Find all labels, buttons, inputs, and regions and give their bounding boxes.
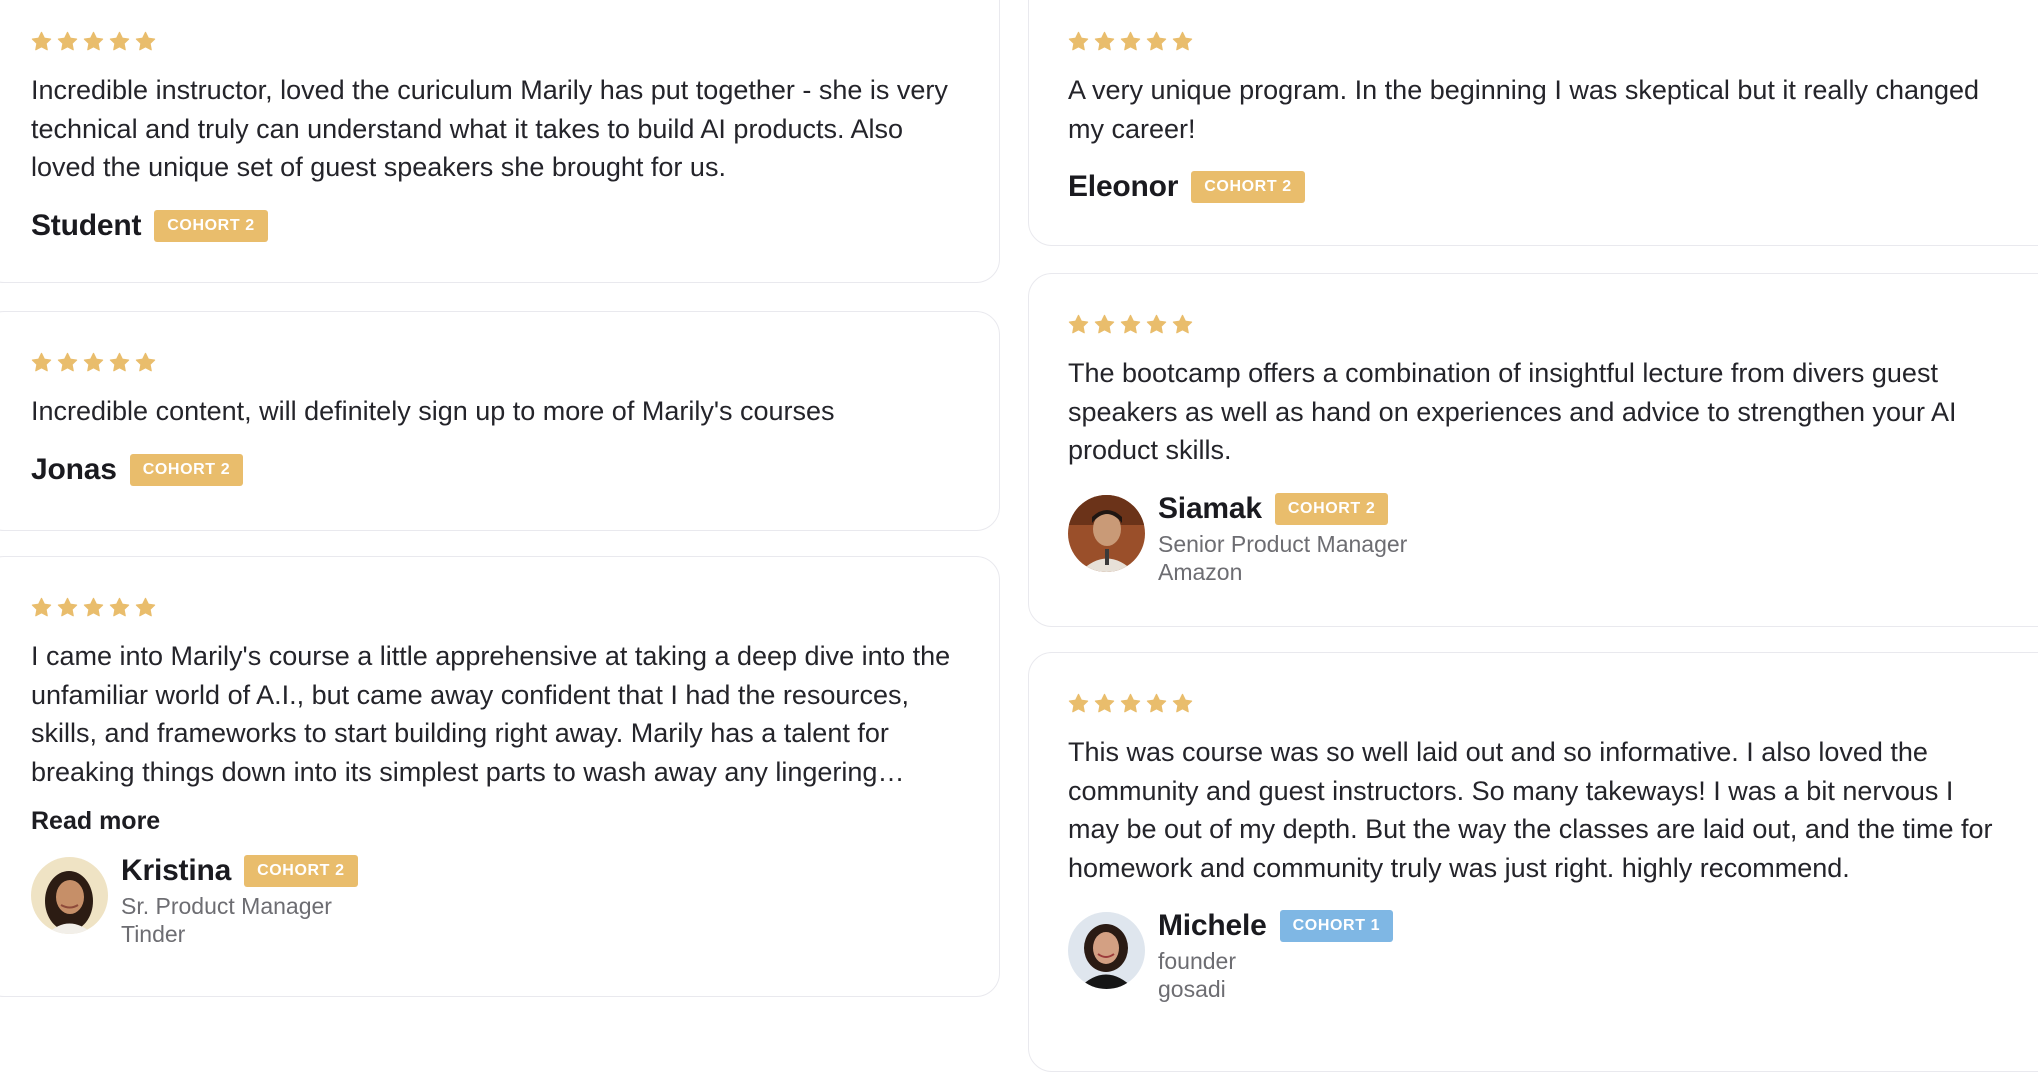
author-name: Student xyxy=(31,208,142,242)
star-icon xyxy=(1094,31,1115,50)
star-icon xyxy=(1120,31,1141,50)
star-rating xyxy=(31,350,959,374)
star-icon xyxy=(135,352,156,371)
star-icon xyxy=(31,31,52,50)
star-icon xyxy=(57,352,78,371)
author-name: Eleonor xyxy=(1068,170,1179,203)
author-name: Michele xyxy=(1158,909,1267,942)
star-icon xyxy=(1172,693,1193,712)
review-card: A very unique program. In the beginning … xyxy=(1028,0,2038,246)
review-author: Siamak COHORT 2 Senior Product Manager A… xyxy=(1068,492,2007,586)
author-name: Kristina xyxy=(121,854,232,887)
star-icon xyxy=(1172,31,1193,50)
cohort-badge: COHORT 2 xyxy=(1274,492,1389,525)
author-company: Tinder xyxy=(121,921,186,947)
star-icon xyxy=(1172,314,1193,333)
star-rating xyxy=(31,29,959,53)
review-card: This was course was so well laid out and… xyxy=(1028,652,2038,1072)
review-card: Incredible instructor, loved the curicul… xyxy=(0,0,1000,283)
review-text: Incredible instructor, loved the curicul… xyxy=(31,75,948,182)
star-icon xyxy=(109,352,130,371)
star-icon xyxy=(1146,693,1167,712)
cohort-badge: COHORT 2 xyxy=(129,453,244,486)
review-author: Kristina COHORT 2 Sr. Product Manager Ti… xyxy=(31,854,959,948)
review-card: The bootcamp offers a combination of ins… xyxy=(1028,273,2038,627)
star-icon xyxy=(57,31,78,50)
author-role: Senior Product Manager xyxy=(1158,530,1408,557)
star-icon xyxy=(1094,693,1115,712)
star-icon xyxy=(109,31,130,50)
review-text: Incredible content, will definitely sign… xyxy=(31,396,835,426)
author-company: Amazon xyxy=(1158,558,1243,585)
star-icon xyxy=(83,31,104,50)
star-icon xyxy=(1146,31,1167,50)
star-icon xyxy=(135,31,156,50)
author-role: founder xyxy=(1158,948,1237,974)
star-icon xyxy=(31,352,52,371)
star-icon xyxy=(1068,31,1089,50)
author-name: Jonas xyxy=(31,452,117,486)
review-text: A very unique program. In the beginning … xyxy=(1068,75,1980,144)
star-icon xyxy=(1146,314,1167,333)
avatar xyxy=(1068,912,1145,989)
star-icon xyxy=(1068,693,1089,712)
star-icon xyxy=(1120,693,1141,712)
review-author: Jonas COHORT 2 xyxy=(31,453,959,487)
cohort-badge: COHORT 2 xyxy=(154,209,268,242)
review-card: Incredible content, will definitely sign… xyxy=(0,311,1000,531)
read-more-link[interactable]: Read more xyxy=(31,807,160,836)
author-name: Siamak xyxy=(1158,491,1262,525)
star-icon xyxy=(135,597,156,616)
star-rating xyxy=(1068,29,2007,53)
star-rating xyxy=(1068,312,2007,336)
cohort-badge: COHORT 1 xyxy=(1279,910,1394,942)
review-text: I came into Marily's course a little app… xyxy=(31,641,951,787)
avatar-photo-siamak xyxy=(1068,494,1145,572)
cohort-badge: COHORT 2 xyxy=(1191,171,1305,203)
avatar xyxy=(1068,494,1145,572)
star-rating xyxy=(1068,691,2007,715)
avatar-photo-kristina xyxy=(31,857,108,934)
review-text: The bootcamp offers a combination of ins… xyxy=(1068,358,1957,465)
avatar xyxy=(31,857,108,934)
star-icon xyxy=(1068,314,1089,333)
star-icon xyxy=(31,597,52,616)
cohort-badge: COHORT 2 xyxy=(244,855,358,887)
review-author: Michele COHORT 1 founder gosadi xyxy=(1068,909,2007,1003)
star-icon xyxy=(1094,314,1115,333)
review-text: This was course was so well laid out and… xyxy=(1068,737,1993,883)
star-icon xyxy=(57,597,78,616)
review-author: Eleonor COHORT 2 xyxy=(1068,170,2007,204)
star-icon xyxy=(83,352,104,371)
avatar-photo-michele xyxy=(1068,912,1145,989)
star-icon xyxy=(83,597,104,616)
review-author: Student COHORT 2 xyxy=(31,209,959,243)
review-card: I came into Marily's course a little app… xyxy=(0,556,1000,997)
star-rating xyxy=(31,595,959,619)
star-icon xyxy=(109,597,130,616)
author-role: Sr. Product Manager xyxy=(121,893,332,919)
author-company: gosadi xyxy=(1158,976,1226,1002)
star-icon xyxy=(1120,314,1141,333)
